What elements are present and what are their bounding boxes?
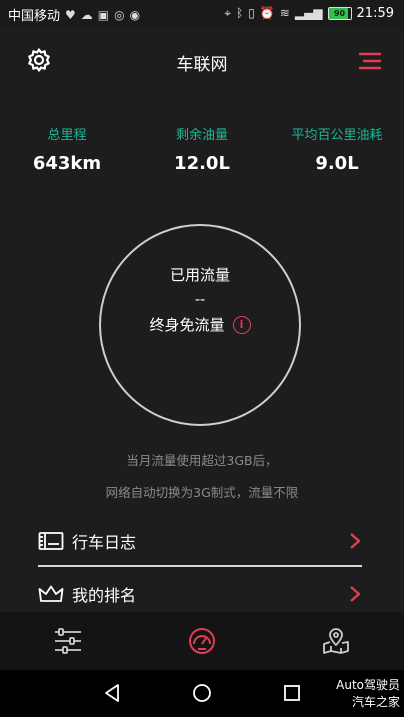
watermark-line-2: 汽车之家 bbox=[351, 695, 400, 709]
used-data-label: 已用流量 bbox=[169, 266, 230, 284]
stat-value: 12.0L bbox=[174, 153, 230, 174]
stat-avg-fuel-consumption: 平均百公里油耗 9.0L bbox=[270, 124, 404, 174]
status-left: 中国移动 ♥ ☁ ▣ ◎ ◉ bbox=[8, 5, 141, 25]
battery-icon: 90 bbox=[327, 6, 352, 20]
cloud-icon: ☁ bbox=[80, 7, 93, 22]
data-plan-label: 终身免流量 bbox=[149, 316, 225, 334]
speedometer-icon[interactable] bbox=[187, 626, 217, 656]
list-divider bbox=[38, 565, 362, 567]
clock: 21:59 bbox=[356, 5, 394, 21]
app-icon: ▣ bbox=[97, 7, 110, 22]
location-icon: ⌖ bbox=[224, 6, 232, 20]
stat-label: 总里程 bbox=[47, 128, 87, 143]
list-item-label: 我的排名 bbox=[72, 586, 137, 605]
status-bar: 中国移动 ♥ ☁ ▣ ◎ ◉ ⌖ ᛒ ▯ ⏰ ≋ ▂▄▆ 90 21:59 bbox=[0, 0, 404, 28]
page-title: 车联网 bbox=[176, 55, 228, 75]
list-item-driving-log[interactable]: 行车日志 bbox=[38, 521, 362, 561]
heart-icon: ♥ bbox=[65, 7, 76, 22]
stat-value: 9.0L bbox=[315, 153, 359, 174]
camera-icon: ◉ bbox=[129, 7, 141, 22]
signal-icon: ▂▄▆ bbox=[294, 6, 323, 20]
chevron-right-icon bbox=[350, 533, 361, 549]
data-note-line-2: 网络自动切换为3G制式，流量不限 bbox=[105, 485, 299, 500]
data-plan-row: 终身免流量 i bbox=[99, 314, 301, 335]
watermark: Auto驾驶员 汽车之家 bbox=[336, 677, 400, 711]
chevron-right-icon bbox=[350, 586, 361, 602]
home-icon[interactable] bbox=[191, 682, 213, 704]
stat-label: 剩余油量 bbox=[175, 128, 228, 143]
stat-remaining-fuel: 剩余油量 12.0L bbox=[135, 124, 269, 174]
stat-total-mileage: 总里程 643km bbox=[0, 124, 134, 174]
wechat-icon: ◎ bbox=[114, 7, 125, 22]
used-data-value: -- bbox=[194, 292, 206, 308]
crown-icon bbox=[38, 585, 64, 602]
menu-icon[interactable] bbox=[358, 52, 382, 70]
sliders-icon[interactable] bbox=[53, 626, 83, 656]
logbook-icon bbox=[38, 532, 64, 550]
stat-label: 平均百公里油耗 bbox=[291, 128, 383, 143]
wifi-icon: ≋ bbox=[279, 6, 290, 20]
list-item-label: 行车日志 bbox=[72, 533, 137, 552]
stat-value: 643km bbox=[32, 153, 102, 174]
alarm-icon: ⏰ bbox=[259, 6, 275, 20]
info-icon[interactable]: i bbox=[232, 315, 251, 334]
map-pin-icon[interactable] bbox=[321, 626, 351, 656]
carrier-name: 中国移动 bbox=[8, 9, 61, 24]
data-note-line-1: 当月流量使用超过3GB后， bbox=[126, 453, 278, 468]
vibrate-icon: ▯ bbox=[248, 6, 255, 20]
recents-icon[interactable] bbox=[281, 682, 303, 704]
list-item-my-ranking[interactable]: 我的排名 bbox=[38, 574, 362, 614]
watermark-line-1: Auto驾驶员 bbox=[336, 678, 400, 692]
status-right: ⌖ ᛒ ▯ ⏰ ≋ ▂▄▆ 90 21:59 bbox=[224, 5, 394, 21]
bluetooth-icon: ᛒ bbox=[236, 6, 244, 20]
back-icon[interactable] bbox=[101, 682, 123, 704]
